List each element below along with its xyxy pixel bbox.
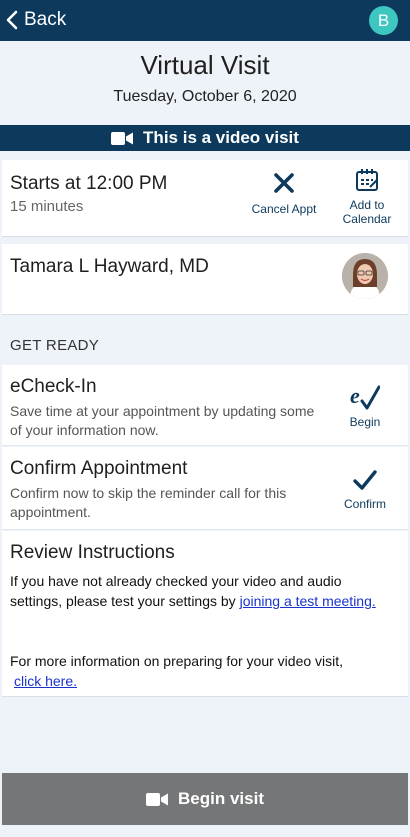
duration: 15 minutes xyxy=(10,198,84,215)
check-icon xyxy=(353,470,377,490)
close-icon xyxy=(274,173,294,193)
banner-text: This is a video visit xyxy=(143,128,299,147)
confirm-title: Confirm Appointment xyxy=(10,458,188,479)
click-here-link[interactable]: click here. xyxy=(14,673,77,689)
test-meeting-link[interactable]: joining a test meeting. xyxy=(240,593,376,609)
cancel-appt-label: Cancel Appt xyxy=(251,202,317,216)
begin-visit-button[interactable]: Begin visit xyxy=(2,773,408,825)
svg-text:e: e xyxy=(350,383,360,408)
add-to-calendar-button[interactable]: Add to Calendar xyxy=(334,168,400,226)
echeckin-title: eCheck-In xyxy=(10,376,97,397)
confirm-button[interactable]: Confirm xyxy=(332,469,398,511)
echeckin-card[interactable]: eCheck-In Save time at your appointment … xyxy=(2,365,408,446)
review-title: Review Instructions xyxy=(10,542,175,563)
provider-card[interactable]: Tamara L Hayward, MD xyxy=(2,244,408,315)
confirm-description: Confirm now to skip the reminder call fo… xyxy=(10,485,287,520)
echeckin-description: Save time at your appointment by updatin… xyxy=(10,403,315,438)
add-calendar-label-line1: Add to xyxy=(349,198,385,212)
page-title: Virtual Visit xyxy=(140,50,270,80)
start-time: Starts at 12:00 PM xyxy=(10,173,168,194)
video-visit-banner: This is a video visit xyxy=(0,125,410,151)
confirm-appointment-card[interactable]: Confirm Appointment Confirm now to skip … xyxy=(2,447,408,530)
visit-date: Tuesday, October 6, 2020 xyxy=(113,88,297,105)
signature-check-icon: e xyxy=(350,383,380,410)
begin-visit-label: Begin visit xyxy=(178,789,264,808)
review-paragraph-1: If you have not already checked your vid… xyxy=(10,571,395,611)
calendar-icon xyxy=(356,169,378,191)
confirm-label: Confirm xyxy=(343,497,386,511)
echeckin-begin-label: Begin xyxy=(349,415,381,429)
appointment-time-card: Starts at 12:00 PM 15 minutes Cancel App… xyxy=(2,160,408,237)
provider-photo xyxy=(342,253,388,299)
video-camera-icon xyxy=(146,792,169,806)
review-paragraph-2: For more information on preparing for yo… xyxy=(10,651,395,691)
cancel-appt-button[interactable]: Cancel Appt xyxy=(242,172,326,216)
chevron-left-icon xyxy=(6,10,18,30)
echeckin-begin-button[interactable]: e Begin xyxy=(332,383,398,429)
top-nav-bar: Back B xyxy=(0,0,410,41)
back-label: Back xyxy=(24,9,67,30)
review-p2-text: For more information on preparing for yo… xyxy=(10,653,344,669)
review-instructions-card: Review Instructions If you have not alre… xyxy=(2,531,408,697)
back-button[interactable]: Back xyxy=(6,7,66,33)
add-calendar-label-line2: Calendar xyxy=(342,212,392,226)
get-ready-heading: GET READY xyxy=(10,337,100,354)
video-camera-icon xyxy=(111,131,134,145)
provider-name: Tamara L Hayward, MD xyxy=(10,256,209,277)
user-avatar[interactable]: B xyxy=(369,6,398,35)
